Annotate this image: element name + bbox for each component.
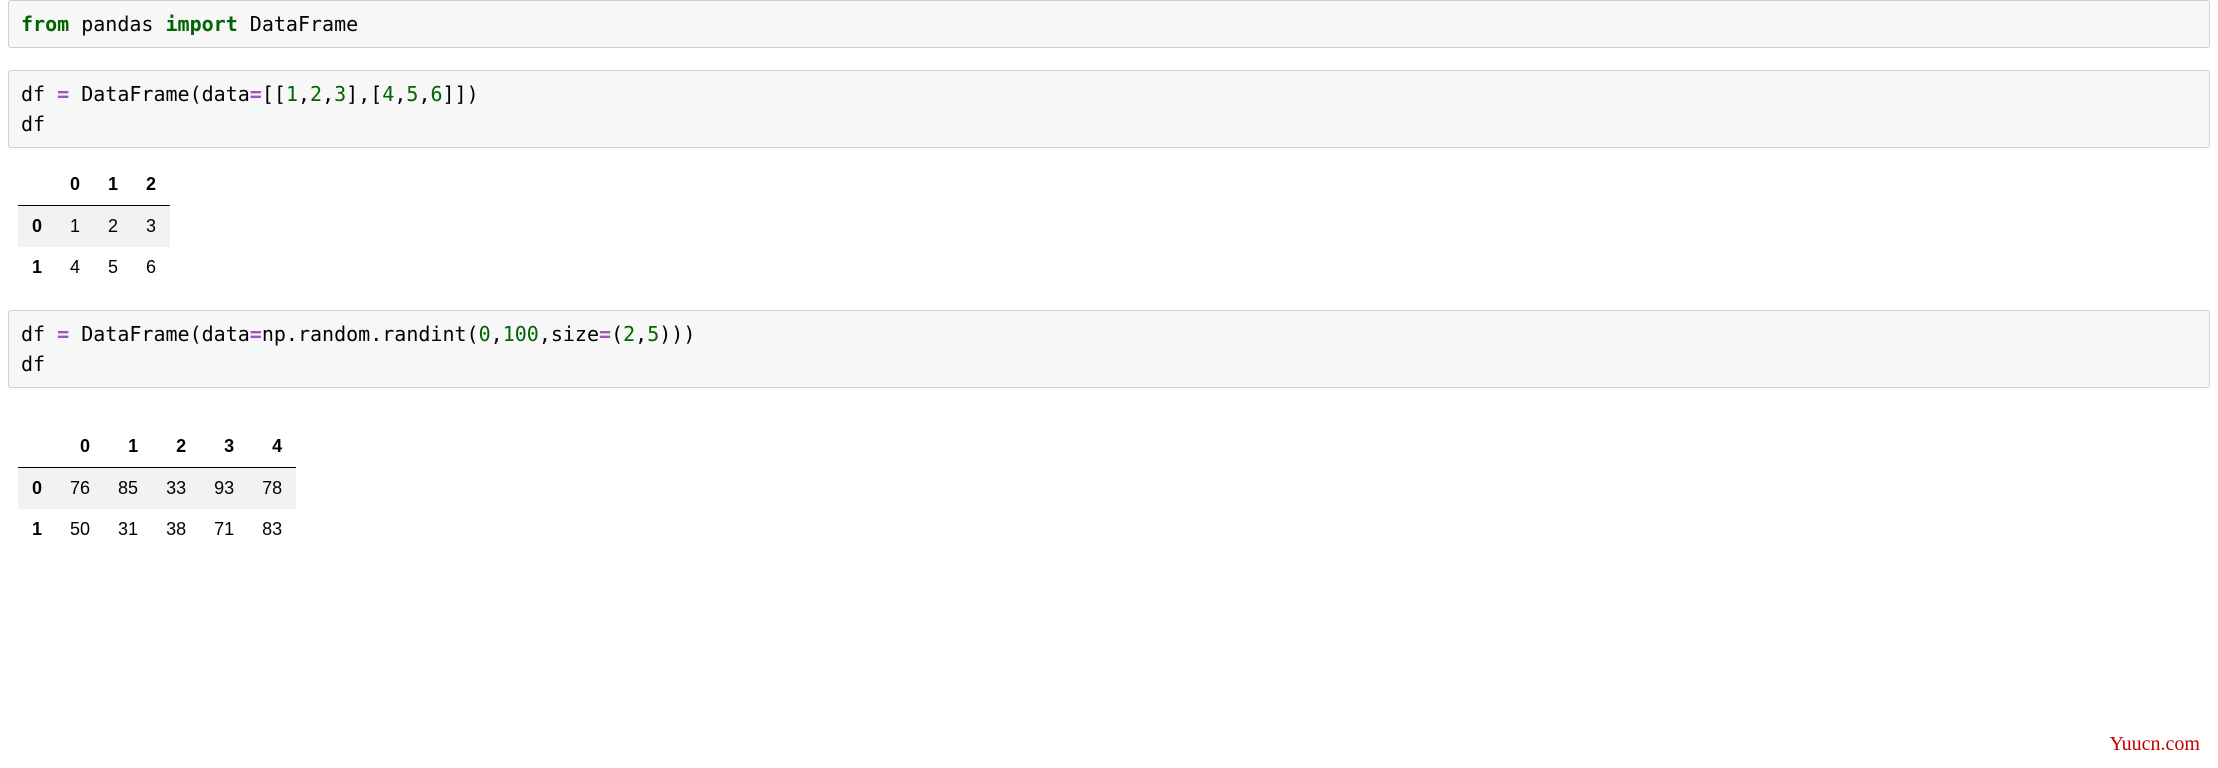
table-cell: 3 — [132, 206, 170, 248]
table-cell: 83 — [248, 509, 296, 550]
number: 2 — [623, 322, 635, 346]
code-text: pandas — [69, 12, 165, 36]
table-cell: 2 — [94, 206, 132, 248]
operator: = — [250, 322, 262, 346]
column-header: 2 — [152, 426, 200, 468]
operator: = — [57, 322, 69, 346]
table-row: 0 76 85 33 93 78 — [18, 468, 296, 510]
number: 2 — [310, 82, 322, 106]
code-text: ,size — [539, 322, 599, 346]
code-text: , — [298, 82, 310, 106]
table-row: 0 1 2 3 — [18, 206, 170, 248]
code-text: df — [21, 322, 57, 346]
number: 4 — [382, 82, 394, 106]
column-header: 1 — [104, 426, 152, 468]
code-cell-3: df = DataFrame(data=np.random.randint(0,… — [8, 310, 2210, 388]
row-index: 1 — [18, 247, 56, 288]
code-text: , — [418, 82, 430, 106]
code-text: , — [491, 322, 503, 346]
code-text: , — [322, 82, 334, 106]
keyword-from: from — [21, 12, 69, 36]
table-cell: 78 — [248, 468, 296, 510]
table-row: 1 50 31 38 71 83 — [18, 509, 296, 550]
code-text: DataFrame — [238, 12, 358, 36]
table-cell: 71 — [200, 509, 248, 550]
operator: = — [599, 322, 611, 346]
table-cell: 6 — [132, 247, 170, 288]
keyword-import: import — [166, 12, 238, 36]
table-row: 1 4 5 6 — [18, 247, 170, 288]
table-cell: 50 — [56, 509, 104, 550]
number: 100 — [503, 322, 539, 346]
table-cell: 31 — [104, 509, 152, 550]
table-cell: 1 — [56, 206, 94, 248]
column-header: 2 — [132, 164, 170, 206]
table-cell: 5 — [94, 247, 132, 288]
column-header: 0 — [56, 164, 94, 206]
table-cell: 4 — [56, 247, 94, 288]
column-header: 0 — [56, 426, 104, 468]
table-corner — [18, 426, 56, 468]
operator: = — [57, 82, 69, 106]
table-cell: 33 — [152, 468, 200, 510]
code-text: ]]) — [443, 82, 479, 106]
column-header: 3 — [200, 426, 248, 468]
number: 0 — [479, 322, 491, 346]
code-text: , — [394, 82, 406, 106]
watermark: Yuucn.com — [2109, 733, 2200, 756]
code-text: ( — [611, 322, 623, 346]
code-cell-2: df = DataFrame(data=[[1,2,3],[4,5,6]]) d… — [8, 70, 2210, 148]
table-cell: 85 — [104, 468, 152, 510]
code-cell-1: from pandas import DataFrame — [8, 0, 2210, 48]
code-text: [[ — [262, 82, 286, 106]
number: 5 — [406, 82, 418, 106]
code-text: ],[ — [346, 82, 382, 106]
number: 6 — [430, 82, 442, 106]
code-text: DataFrame(data — [69, 82, 250, 106]
code-text: np.random.randint( — [262, 322, 479, 346]
code-text: DataFrame(data — [69, 322, 250, 346]
table-corner — [18, 164, 56, 206]
code-text: , — [635, 322, 647, 346]
number: 1 — [286, 82, 298, 106]
column-header: 4 — [248, 426, 296, 468]
operator: = — [250, 82, 262, 106]
row-index: 0 — [18, 206, 56, 248]
dataframe-output-1: 0 1 2 0 1 2 3 1 4 5 6 — [18, 164, 170, 288]
number: 5 — [647, 322, 659, 346]
table-cell: 38 — [152, 509, 200, 550]
column-header: 1 — [94, 164, 132, 206]
code-text: df — [21, 82, 57, 106]
table-cell: 76 — [56, 468, 104, 510]
code-text: df — [21, 352, 45, 376]
table-cell: 93 — [200, 468, 248, 510]
number: 3 — [334, 82, 346, 106]
row-index: 0 — [18, 468, 56, 510]
row-index: 1 — [18, 509, 56, 550]
dataframe-output-2: 0 1 2 3 4 0 76 85 33 93 78 1 50 31 38 71… — [18, 426, 296, 550]
code-text: ))) — [659, 322, 695, 346]
code-text: df — [21, 112, 45, 136]
